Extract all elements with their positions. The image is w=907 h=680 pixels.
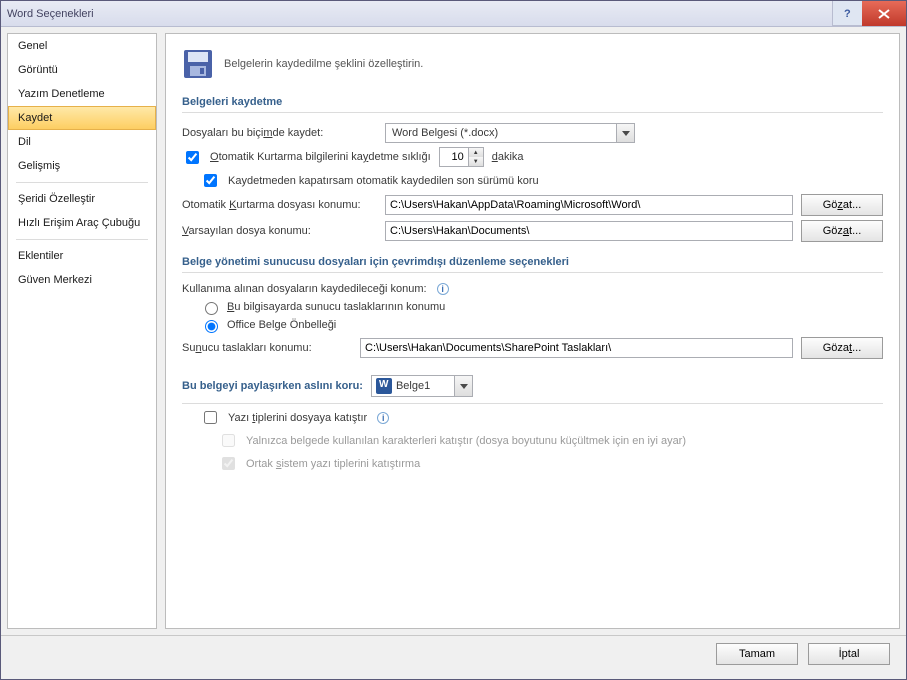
embed-system-fonts-label: Ortak sistem yazı tiplerini katıştırma	[246, 458, 420, 470]
server-drafts-location-label: Sunucu taslakları konumu:	[182, 342, 352, 354]
chevron-down-icon	[454, 376, 472, 396]
radio-server-drafts[interactable]	[205, 302, 218, 315]
browse-autorecover-button[interactable]: Gözat...	[801, 194, 883, 216]
server-drafts-location-input[interactable]	[360, 338, 793, 358]
help-icon: ?	[842, 7, 854, 19]
word-doc-icon	[376, 378, 392, 394]
embed-fonts-label: Yazı tiplerini dosyaya katıştır	[228, 412, 367, 424]
save-format-label: Dosyaları bu biçimde kaydet:	[182, 127, 377, 139]
nav-separator	[16, 239, 148, 240]
header-subtitle: Belgelerin kaydedilme şeklini özelleştir…	[224, 58, 423, 70]
options-dialog: Word Seçenekleri ? Genel Görüntü Yazım D…	[0, 0, 907, 680]
sidebar-item-addins[interactable]: Eklentiler	[8, 244, 156, 268]
checked-out-location-label: Kullanıma alınan dosyaların kaydedileceğ…	[182, 283, 427, 295]
save-icon	[182, 48, 214, 80]
cancel-button[interactable]: İptal	[808, 643, 890, 665]
embed-fonts-checkbox[interactable]	[204, 411, 217, 424]
content-panel: Belgelerin kaydedilme şeklini özelleştir…	[165, 33, 900, 629]
group-preserve-title: Bu belgeyi paylaşırken aslını koru:	[182, 380, 363, 392]
spin-up-icon[interactable]: ▲	[469, 148, 483, 157]
autorecover-location-input[interactable]	[385, 195, 793, 215]
autorecover-checkbox[interactable]	[186, 151, 199, 164]
save-format-value: Word Belgesi (*.docx)	[386, 127, 616, 139]
sidebar-item-quick-access[interactable]: Hızlı Erişim Araç Çubuğu	[8, 211, 156, 235]
embed-system-fonts-checkbox	[222, 457, 235, 470]
info-icon[interactable]: i	[437, 283, 449, 295]
browse-default-button[interactable]: Gözat...	[801, 220, 883, 242]
autorecover-label: Otomatik Kurtarma bilgilerini kaydetme s…	[210, 151, 431, 163]
close-icon	[877, 9, 891, 19]
window-controls: ?	[832, 1, 906, 26]
title-text: Word Seçenekleri	[7, 8, 94, 20]
sidebar-item-general[interactable]: Genel	[8, 34, 156, 58]
dialog-footer: Tamam İptal	[1, 635, 906, 671]
svg-text:?: ?	[844, 8, 851, 19]
embed-subset-label: Yalnızca belgede kullanılan karakterleri…	[246, 435, 686, 447]
nav-separator	[16, 182, 148, 183]
chevron-down-icon	[616, 124, 634, 142]
sidebar-item-trust-center[interactable]: Güven Merkezi	[8, 268, 156, 292]
sidebar-item-save[interactable]: Kaydet	[8, 106, 156, 130]
radio-server-drafts-label: Bu bilgisayarda sunucu taslaklarının kon…	[227, 301, 445, 313]
keep-last-autosaved-label: Kaydetmeden kapatırsam otomatik kaydedil…	[228, 175, 539, 187]
header-row: Belgelerin kaydedilme şeklini özelleştir…	[182, 48, 883, 80]
sidebar-item-language[interactable]: Dil	[8, 130, 156, 154]
titlebar[interactable]: Word Seçenekleri ?	[1, 1, 906, 27]
autorecover-location-label: Otomatik Kurtarma dosyası konumu:	[182, 199, 377, 211]
ok-button[interactable]: Tamam	[716, 643, 798, 665]
close-button[interactable]	[862, 1, 906, 26]
default-location-input[interactable]	[385, 221, 793, 241]
help-button[interactable]: ?	[832, 1, 862, 26]
autorecover-interval-spinner[interactable]: ▲▼	[439, 147, 484, 167]
info-icon[interactable]: i	[377, 412, 389, 424]
autorecover-unit: dakika	[492, 151, 524, 163]
sidebar-nav: Genel Görüntü Yazım Denetleme Kaydet Dil…	[7, 33, 157, 629]
sidebar-item-advanced[interactable]: Gelişmiş	[8, 154, 156, 178]
keep-last-autosaved-checkbox[interactable]	[204, 174, 217, 187]
spin-down-icon[interactable]: ▼	[469, 157, 483, 166]
save-format-select[interactable]: Word Belgesi (*.docx)	[385, 123, 635, 143]
autorecover-interval-value[interactable]	[440, 148, 468, 166]
embed-subset-checkbox	[222, 434, 235, 447]
group-offline-title: Belge yönetimi sunucusu dosyaları için ç…	[182, 256, 883, 273]
preserve-document-select[interactable]: Belge1	[371, 375, 473, 397]
radio-office-cache-label: Office Belge Önbelleği	[227, 319, 336, 331]
sidebar-item-customize-ribbon[interactable]: Şeridi Özelleştir	[8, 187, 156, 211]
sidebar-item-proofing[interactable]: Yazım Denetleme	[8, 82, 156, 106]
default-location-label: Varsayılan dosya konumu:	[182, 225, 377, 237]
group-save-title: Belgeleri kaydetme	[182, 96, 883, 113]
sidebar-item-display[interactable]: Görüntü	[8, 58, 156, 82]
preserve-document-value: Belge1	[396, 380, 450, 392]
browse-server-drafts-button[interactable]: Gözat...	[801, 337, 883, 359]
radio-office-cache[interactable]	[205, 320, 218, 333]
